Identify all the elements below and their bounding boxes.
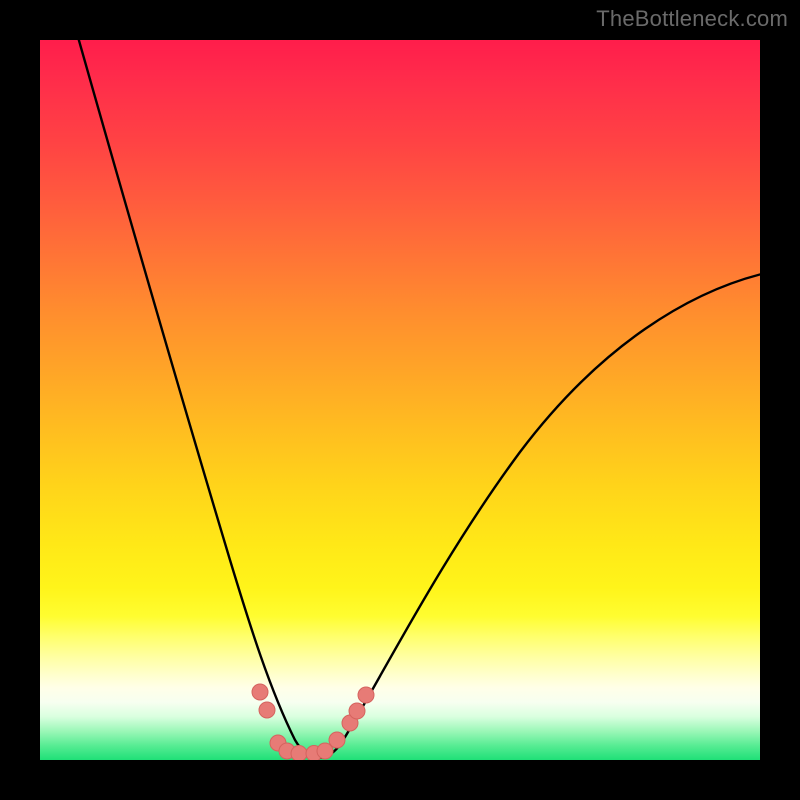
curve-layer xyxy=(40,40,760,760)
data-marker xyxy=(259,702,275,718)
bottleneck-curve-left xyxy=(76,40,318,758)
data-marker xyxy=(349,703,365,719)
chart-frame: TheBottleneck.com xyxy=(0,0,800,800)
data-marker xyxy=(252,684,268,700)
data-marker xyxy=(291,746,307,761)
bottleneck-curve-right xyxy=(318,272,760,758)
marker-group xyxy=(252,684,374,760)
data-marker xyxy=(358,687,374,703)
plot-area xyxy=(40,40,760,760)
data-marker xyxy=(329,732,345,748)
watermark-text: TheBottleneck.com xyxy=(596,6,788,32)
